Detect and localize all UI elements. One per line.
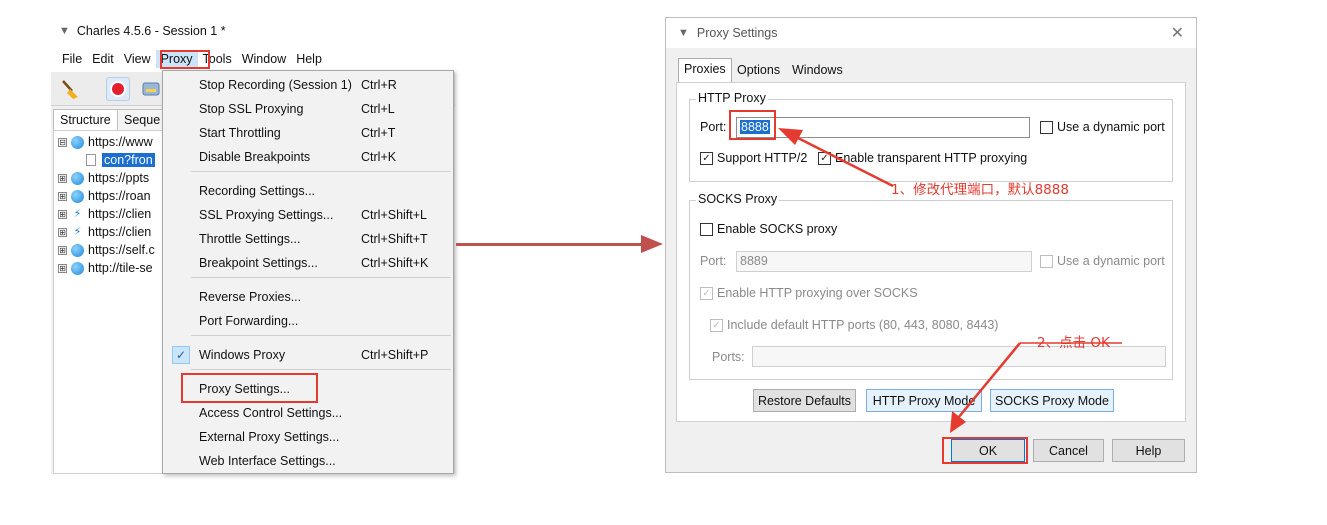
step2-annotation: 2、点击 OK [1037, 335, 1110, 351]
step1-annotation: 1、修改代理端口，默认8888 [891, 182, 1069, 198]
annotation-arrows [778, 128, 1122, 433]
